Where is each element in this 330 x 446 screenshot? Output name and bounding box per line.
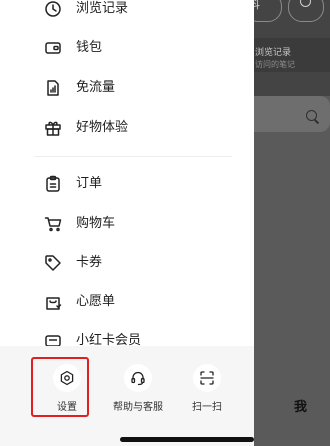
background-card-subtitle: 访问的笔记 — [255, 60, 295, 69]
background-card-title: 浏览记录 — [255, 48, 292, 58]
menu-item-label: 免流量 — [76, 80, 116, 95]
menu-item-wallet[interactable]: 钱包 — [0, 33, 254, 63]
background-settings-pill — [288, 0, 324, 22]
background-pill-text: 抖 — [254, 0, 260, 11]
scan-icon-circle — [193, 364, 221, 392]
menu-item-label: 心愿单 — [76, 294, 116, 309]
data-signal-icon — [44, 79, 62, 97]
settings-highlight-box — [31, 357, 89, 417]
menu-item-coupons[interactable]: 卡券 — [0, 248, 254, 278]
headset-icon — [131, 371, 145, 386]
cart-icon — [44, 215, 62, 233]
background-search-bar — [254, 96, 330, 132]
scan-icon — [200, 371, 214, 385]
menu-item-cart[interactable]: 购物车 — [0, 209, 254, 239]
menu-item-label: 购物车 — [76, 216, 116, 231]
help-icon-circle — [124, 364, 152, 392]
side-drawer: 浏览记录 钱包 免流量 好物体验 订单 购物车 卡券 心愿单 小红卡会员 设置 … — [0, 0, 254, 446]
menu-item-label: 浏览记录 — [76, 1, 129, 16]
menu-item-label: 好物体验 — [76, 120, 129, 135]
search-icon — [306, 110, 317, 121]
gift-icon — [44, 119, 62, 137]
wishlist-bag-icon — [44, 293, 62, 311]
clipboard-icon — [44, 175, 62, 193]
tab-me: 我 — [294, 400, 308, 415]
dimmed-background-overlay[interactable]: 抖 浏览记录 访问的笔记 我 — [254, 0, 330, 446]
menu-item-product-trial[interactable]: 好物体验 — [0, 113, 254, 143]
menu-item-label: 订单 — [76, 176, 103, 191]
wallet-icon — [44, 39, 62, 57]
menu-divider — [34, 156, 232, 157]
scan-button[interactable]: 扫一扫 — [172, 364, 242, 424]
help-and-support-button[interactable]: 帮助与客服 — [103, 364, 173, 424]
menu-item-free-data[interactable]: 免流量 — [0, 73, 254, 103]
home-indicator[interactable] — [120, 437, 254, 442]
menu-item-label: 钱包 — [76, 40, 103, 55]
menu-item-wishlist[interactable]: 心愿单 — [0, 287, 254, 317]
scan-label: 扫一扫 — [192, 402, 222, 413]
help-and-support-label: 帮助与客服 — [113, 402, 163, 413]
menu-item-browse-history[interactable]: 浏览记录 — [0, 0, 254, 24]
menu-item-label: 卡券 — [76, 255, 103, 270]
gear-icon — [300, 0, 311, 7]
clock-icon — [44, 0, 62, 18]
menu-item-orders[interactable]: 订单 — [0, 169, 254, 199]
tag-icon — [44, 254, 62, 272]
